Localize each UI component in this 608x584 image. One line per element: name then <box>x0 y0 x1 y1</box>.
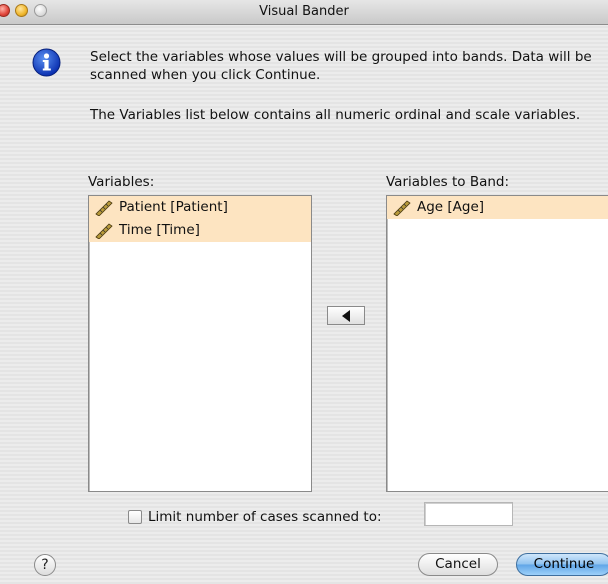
continue-button[interactable]: Continue <box>516 553 608 576</box>
list-item[interactable]: Time [Time] <box>89 219 311 242</box>
limit-cases-label[interactable]: Limit number of cases scanned to: <box>148 509 382 525</box>
cancel-button[interactable]: Cancel <box>418 553 498 576</box>
ruler-icon <box>95 199 113 216</box>
move-left-button[interactable] <box>327 306 365 325</box>
variables-to-band-listbox[interactable]: Age [Age] <box>386 195 608 492</box>
list-item[interactable]: Patient [Patient] <box>89 196 311 219</box>
window-title: Visual Bander <box>259 4 349 19</box>
limit-cases-checkbox[interactable] <box>128 510 142 524</box>
limit-cases-input[interactable] <box>424 502 513 526</box>
arrow-left-icon <box>342 309 350 322</box>
ruler-icon <box>393 199 411 216</box>
list-item[interactable]: Age [Age] <box>387 196 608 219</box>
list-item-label: Age [Age] <box>417 199 485 215</box>
variables-note-text: The Variables list below contains all nu… <box>90 107 581 123</box>
instruction-text: Select the variables whose values will b… <box>90 49 592 83</box>
info-icon <box>32 48 61 77</box>
limit-cases-row: Limit number of cases scanned to: <box>128 506 382 528</box>
list-item-label: Patient [Patient] <box>119 199 228 215</box>
variables-list-label: Variables: <box>88 174 155 190</box>
title-bar: Visual Bander <box>0 0 608 25</box>
list-item-label: Time [Time] <box>119 222 200 238</box>
variables-listbox[interactable]: Patient [Patient] Time [Time] <box>88 195 312 492</box>
variables-to-band-label: Variables to Band: <box>386 174 510 190</box>
ruler-icon <box>95 222 113 239</box>
help-button[interactable]: ? <box>34 554 56 576</box>
